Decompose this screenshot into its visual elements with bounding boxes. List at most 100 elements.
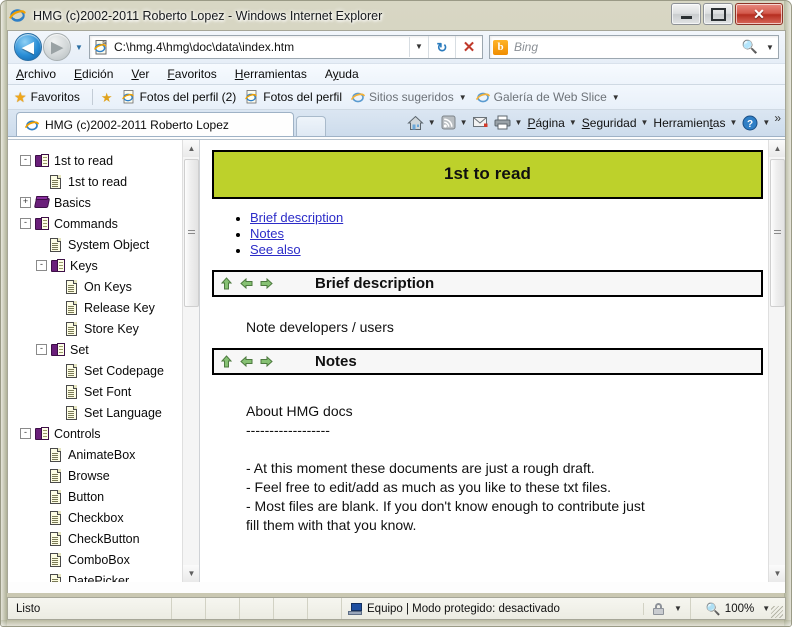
chevron-down-icon[interactable]: ▼	[460, 118, 468, 127]
maximize-button[interactable]	[703, 3, 733, 25]
toc-link-notes[interactable]: Notes	[250, 226, 284, 241]
print-button[interactable]: ▼	[494, 115, 523, 130]
feeds-button[interactable]: ▼	[441, 115, 468, 130]
tree-item-keys[interactable]: - Keys	[20, 255, 199, 276]
menu-favoritos[interactable]: Favoritos	[167, 67, 216, 81]
tree-item-browse[interactable]: Browse	[20, 465, 199, 486]
address-bar[interactable]: C:\hmg.4\hmg\doc\data\index.htm ▼ ↻ ✕	[89, 35, 483, 59]
menu-seguridad[interactable]: Seguridad ▼	[582, 116, 649, 130]
search-input[interactable]: Bing	[514, 40, 742, 54]
chevron-down-icon[interactable]: ▼	[762, 604, 770, 613]
arrow-left-icon[interactable]	[240, 277, 253, 290]
back-button[interactable]: ◀	[14, 33, 42, 61]
search-provider-dropdown[interactable]: ▼	[762, 43, 778, 52]
minimize-button[interactable]	[671, 3, 701, 25]
search-icon[interactable]: 🔍	[742, 39, 758, 55]
menu-pagina[interactable]: Página ▼	[527, 116, 576, 130]
new-tab-button[interactable]	[296, 116, 326, 136]
favorite-fotos-del-perfil[interactable]: Fotos del perfil	[245, 90, 342, 104]
tree-toggle-collapse[interactable]: -	[20, 155, 31, 166]
tree-scrollbar[interactable]: ▲ ▼	[182, 140, 199, 582]
chevron-down-icon[interactable]: ▼	[428, 118, 436, 127]
tree-item-combobox[interactable]: ComboBox	[20, 549, 199, 570]
menu-archivo[interactable]: Archivo	[16, 67, 56, 81]
favorites-button[interactable]: ★ Favoritos	[14, 90, 80, 104]
scroll-thumb[interactable]	[184, 159, 199, 307]
tree-toggle-collapse[interactable]: -	[20, 218, 31, 229]
chevron-down-icon[interactable]: ▼	[612, 93, 620, 102]
chevron-down-icon[interactable]: ▼	[762, 118, 770, 127]
notes-line: fill them with that you know.	[246, 517, 417, 533]
forward-button[interactable]: ▶	[43, 33, 71, 61]
tree-item-datepicker[interactable]: DatePicker	[20, 570, 199, 582]
tree-toggle-collapse[interactable]: -	[36, 344, 47, 355]
chevron-down-icon[interactable]: ▼	[459, 93, 467, 102]
tree-toggle-expand[interactable]: +	[20, 197, 31, 208]
favorite-galeria-web-slice[interactable]: Galería de Web Slice ▼	[475, 90, 620, 104]
tree-item-checkbutton[interactable]: CheckButton	[20, 528, 199, 549]
tree-item-1st-to-read[interactable]: 1st to read	[20, 171, 199, 192]
tree-item-1st-to-read[interactable]: - 1st to read	[20, 150, 199, 171]
tree-item-set[interactable]: - Set	[20, 339, 199, 360]
tree-item-checkbox[interactable]: Checkbox	[20, 507, 199, 528]
stop-button[interactable]: ✕	[455, 36, 482, 58]
menu-ayuda[interactable]: Ayuda	[325, 67, 359, 81]
chevron-down-icon[interactable]: ▼	[515, 118, 523, 127]
toc-link-see-also[interactable]: See also	[250, 242, 301, 257]
tree-item-basics[interactable]: + Basics	[20, 192, 199, 213]
tree-item-release-key[interactable]: Release Key	[20, 297, 199, 318]
scroll-up-button[interactable]: ▲	[769, 140, 785, 157]
tree-item-label: Commands	[54, 216, 118, 231]
menu-ver[interactable]: Ver	[131, 67, 149, 81]
document-scrollbar[interactable]: ▲ ▼	[768, 140, 785, 582]
chevron-down-icon[interactable]: ▼	[729, 118, 737, 127]
tree-item-store-key[interactable]: Store Key	[20, 318, 199, 339]
help-button[interactable]: ? ▼	[742, 115, 770, 131]
menu-herramientas[interactable]: Herramientas	[235, 67, 307, 81]
search-box[interactable]: b Bing 🔍 ▼	[489, 35, 779, 59]
close-button[interactable]: ✕	[735, 3, 783, 25]
arrow-up-icon[interactable]	[220, 277, 233, 290]
tree-item-set-language[interactable]: Set Language	[20, 402, 199, 423]
address-input[interactable]: C:\hmg.4\hmg\doc\data\index.htm	[114, 40, 409, 54]
scroll-down-button[interactable]: ▼	[183, 565, 199, 582]
refresh-button[interactable]: ↻	[428, 36, 455, 58]
recent-pages-button[interactable]: ▼	[71, 34, 87, 60]
arrow-right-icon[interactable]	[260, 355, 273, 368]
arrow-left-icon[interactable]	[240, 355, 253, 368]
chevron-down-icon[interactable]: ▼	[674, 604, 682, 613]
tree-item-animatebox[interactable]: AnimateBox	[20, 444, 199, 465]
tree-item-system-object[interactable]: System Object	[20, 234, 199, 255]
tree-item-commands[interactable]: - Commands	[20, 213, 199, 234]
privacy-button[interactable]: ▼	[644, 598, 691, 619]
overflow-button[interactable]: »	[774, 111, 781, 125]
security-zone[interactable]: Equipo | Modo protegido: desactivado	[342, 602, 644, 615]
document-icon	[49, 468, 64, 483]
mail-button[interactable]	[472, 116, 489, 129]
scroll-up-button[interactable]: ▲	[183, 140, 199, 157]
chevron-down-icon[interactable]: ▼	[569, 118, 577, 127]
address-dropdown-button[interactable]: ▼	[409, 37, 428, 57]
tab-active[interactable]: HMG (c)2002-2011 Roberto Lopez	[16, 112, 294, 136]
tree-toggle-collapse[interactable]: -	[36, 260, 47, 271]
tree-toggle-collapse[interactable]: -	[20, 428, 31, 439]
scroll-down-button[interactable]: ▼	[769, 565, 785, 582]
tree-item-on-keys[interactable]: On Keys	[20, 276, 199, 297]
tree-item-controls[interactable]: - Controls	[20, 423, 199, 444]
tree-item-button[interactable]: Button	[20, 486, 199, 507]
home-button[interactable]: ▼	[406, 115, 436, 131]
arrow-up-icon[interactable]	[220, 355, 233, 368]
favorite-fotos-del-perfil-2[interactable]: Fotos del perfil (2)	[121, 90, 236, 104]
add-to-favorites-button[interactable]: ★	[101, 91, 113, 104]
arrow-right-icon[interactable]	[260, 277, 273, 290]
menu-herramientas-cmd[interactable]: Herramientas ▼	[653, 116, 737, 130]
toc-link-brief-description[interactable]: Brief description	[250, 210, 343, 225]
resize-grip[interactable]	[771, 606, 783, 618]
scroll-thumb[interactable]	[770, 159, 785, 307]
favorite-sitios-sugeridos[interactable]: Sitios sugeridos ▼	[351, 90, 467, 104]
tree-item-set-codepage[interactable]: Set Codepage	[20, 360, 199, 381]
chevron-down-icon[interactable]: ▼	[641, 118, 649, 127]
document-icon	[49, 573, 64, 582]
menu-edicion[interactable]: Edición	[74, 67, 113, 81]
tree-item-set-font[interactable]: Set Font	[20, 381, 199, 402]
